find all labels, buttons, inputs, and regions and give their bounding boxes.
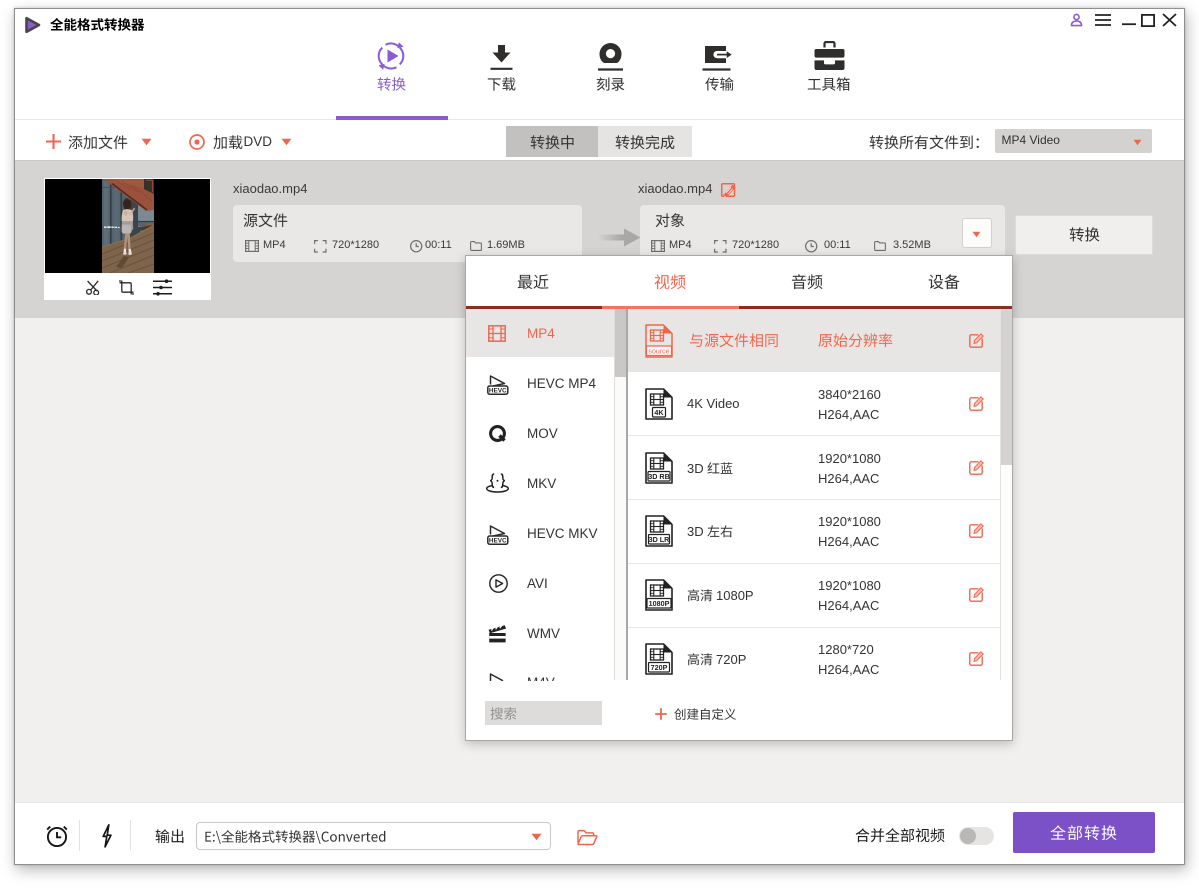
svg-text:HEVC: HEVC xyxy=(489,538,507,545)
svg-text:4K: 4K xyxy=(654,408,664,417)
svg-text:1080P: 1080P xyxy=(649,599,670,608)
svg-text:HEVC: HEVC xyxy=(489,388,507,395)
svg-text:720P: 720P xyxy=(651,663,668,672)
svg-text:3D RB: 3D RB xyxy=(648,472,670,481)
svg-text:source: source xyxy=(648,348,669,355)
svg-text:3D LR: 3D LR xyxy=(649,535,671,544)
